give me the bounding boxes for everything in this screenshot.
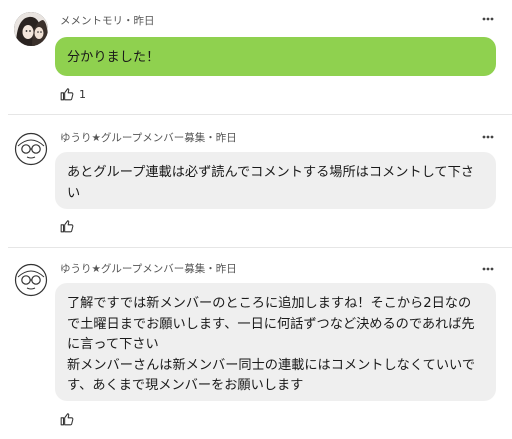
comment-time: 昨日	[215, 132, 237, 144]
more-dots-icon[interactable]	[482, 132, 494, 140]
comment-meta: メメントモリ・昨日	[60, 13, 155, 28]
comment-time: 昨日	[215, 263, 237, 275]
like-count: 1	[79, 87, 86, 101]
comment-text: 分かりました！	[67, 50, 160, 65]
more-dots-icon[interactable]	[482, 14, 494, 22]
avatar[interactable]	[14, 12, 48, 46]
thumbs-up-icon	[60, 413, 74, 426]
meta-separator: ・	[205, 263, 216, 275]
thumbs-up-icon	[60, 88, 74, 101]
comment-time: 昨日	[133, 15, 155, 27]
thumbs-up-icon	[60, 220, 74, 233]
meta-separator: ・	[205, 132, 216, 144]
glasses-face-avatar-icon	[14, 263, 48, 297]
meta-separator: ・	[123, 15, 134, 27]
comment-bubble: 分かりました！	[55, 37, 496, 76]
comment-item: ゆうり★グループメンバー募集・昨日 あとグループ連載は必ず読んでコメントする場所…	[0, 115, 512, 245]
comment-item: ゆうり★グループメンバー募集・昨日 了解ですでは新メンバーのところに追加しますね…	[0, 248, 512, 439]
comment-item: メメントモリ・昨日 分かりました！ 1	[0, 0, 512, 110]
comment-bubble: あとグループ連載は必ず読んでコメントする場所はコメントして下さい	[55, 152, 496, 209]
author-name[interactable]: メメントモリ	[60, 15, 123, 27]
comment-text: 了解ですでは新メンバーのところに追加しますね！そこから2日なので土曜日までお願い…	[67, 296, 476, 393]
comment-meta: ゆうり★グループメンバー募集・昨日	[60, 261, 237, 276]
photo-avatar-icon	[14, 12, 48, 46]
author-name[interactable]: ゆうり★グループメンバー募集	[60, 263, 205, 275]
comment-meta: ゆうり★グループメンバー募集・昨日	[60, 130, 237, 145]
avatar[interactable]	[14, 263, 48, 297]
more-dots-icon[interactable]	[482, 264, 494, 272]
comment-bubble: 了解ですでは新メンバーのところに追加しますね！そこから2日なので土曜日までお願い…	[55, 283, 496, 401]
author-name[interactable]: ゆうり★グループメンバー募集	[60, 132, 205, 144]
glasses-face-avatar-icon	[14, 132, 48, 166]
avatar[interactable]	[14, 132, 48, 166]
comment-text: あとグループ連載は必ず読んでコメントする場所はコメントして下さい	[67, 165, 474, 201]
like-button[interactable]: 1	[60, 87, 86, 101]
like-button[interactable]	[60, 219, 79, 233]
like-button[interactable]	[60, 412, 79, 426]
